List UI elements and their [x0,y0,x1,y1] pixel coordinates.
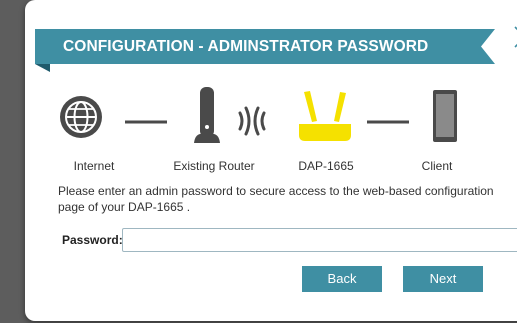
banner-fold [35,64,50,72]
wireless-signal-icon [238,106,266,136]
back-button[interactable]: Back [302,266,382,292]
device-label-router: Existing Router [173,159,255,173]
device-label-internet: Internet [73,159,115,173]
device-label-client: Client [421,159,453,173]
next-button[interactable]: Next [403,266,483,292]
password-label: Password: [62,233,123,247]
password-input[interactable] [122,228,517,252]
access-point-icon [299,91,351,141]
dialog-title: CONFIGURATION - ADMINSTRATOR PASSWORD [63,38,429,55]
device-label-dap: DAP-1665 [298,159,354,173]
dialog-banner: CONFIGURATION - ADMINSTRATOR PASSWORD [35,29,495,64]
router-icon [194,87,220,143]
network-diagram [60,87,457,143]
tablet-icon [433,90,457,142]
globe-icon [60,96,102,138]
description-text: Please enter an admin password to secure… [58,184,494,214]
